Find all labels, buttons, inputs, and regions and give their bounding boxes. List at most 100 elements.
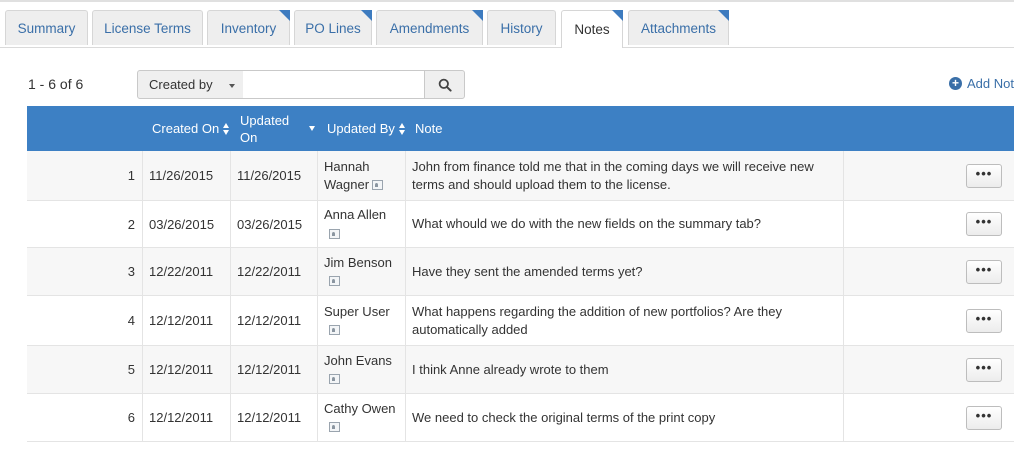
tab-history[interactable]: History [487,10,556,45]
updated-on-cell: 12/22/2011 [230,248,318,295]
row-number: 3 [127,264,135,279]
user-card-icon[interactable] [329,276,340,287]
column-label: Updated On [240,112,289,146]
updated-by-cell: Anna Allen [317,201,406,247]
created-on-cell: 03/26/2015 [142,201,231,247]
tab-amendments[interactable]: Amendments [376,10,483,45]
updated-on-cell: 12/12/2011 [230,296,318,345]
note-cell: I think Anne already wrote to them [405,346,844,393]
table-row: 3 12/22/2011 12/22/2011 Jim Benson Have … [27,248,1014,296]
updated-by-cell: Cathy Owen [317,394,406,441]
row-actions-button[interactable]: ••• [966,357,1002,382]
updated-on-cell: 12/12/2011 [230,394,318,441]
column-label-line: On [240,129,258,145]
updated-on-cell: 12/12/2011 [230,346,318,393]
updated-by-cell: John Evans [317,346,406,393]
tab-bar: Summary License Terms Inventory PO Lines… [0,10,1014,48]
tab-label: PO Lines [305,20,361,36]
corner-marker-icon [472,10,483,21]
note-cell: What whould we do with the new fields on… [405,201,844,247]
tab-label: Summary [17,20,76,36]
table-row: 1 11/26/2015 11/26/2015 Hannah Wagner Joh… [27,151,1014,201]
tab-license-terms[interactable]: License Terms [92,10,203,45]
created-on-cell: 11/26/2015 [142,151,231,200]
search-input[interactable] [243,70,425,99]
tab-inventory[interactable]: Inventory [207,10,290,45]
table-row: 4 12/12/2011 12/12/2011 Super User What … [27,296,1014,346]
created-on-cell: 12/22/2011 [142,248,231,295]
sort-descending-button[interactable] [309,106,315,151]
row-number: 5 [127,362,135,377]
tab-label: History [500,20,543,36]
corner-marker-icon [361,10,372,21]
actions-cell: ••• [843,394,1014,441]
table-row: 2 03/26/2015 03/26/2015 Anna Allen What … [27,201,1014,248]
search-field-select-value: Created by [149,77,213,92]
sort-descending-icon [309,126,315,131]
row-actions-button[interactable]: ••• [966,259,1002,284]
created-on-cell: 12/12/2011 [142,346,231,393]
row-actions-button[interactable]: ••• [966,163,1002,188]
plus-circle-icon: + [949,77,962,90]
search-button[interactable] [424,70,465,99]
table-row: 6 12/12/2011 12/12/2011 Cathy Owen We ne… [27,394,1014,442]
sort-icon [223,122,230,135]
corner-marker-icon [718,10,729,21]
user-card-icon[interactable] [372,180,384,191]
user-card-icon[interactable] [329,228,340,239]
row-actions-button[interactable]: ••• [966,212,1002,236]
row-actions-button[interactable]: ••• [966,308,1002,333]
tab-label: Notes [574,22,610,37]
user-name: Anna Allen [324,207,387,222]
sort-icon [398,122,406,135]
row-number: 2 [127,216,135,232]
table-header: Created On Updated On Updated By Note [27,106,1014,151]
updated-by-cell: Jim Benson [317,248,406,295]
row-actions-button[interactable]: ••• [966,405,1002,430]
add-note-label: Add Note [967,76,1014,91]
row-number: 4 [127,313,135,328]
results-count: 1 - 6 of 6 [28,76,84,92]
user-card-icon[interactable] [329,325,340,336]
user-name: Jim Benson [324,254,392,270]
tab-attachments[interactable]: Attachments [628,10,729,45]
note-cell: Have they sent the amended terms yet? [405,248,844,295]
column-header-updated-on[interactable]: Updated On [240,106,289,151]
corner-marker-icon [612,10,623,21]
user-card-icon[interactable] [329,422,340,433]
column-label-line: Updated [240,112,290,128]
top-divider [0,0,1014,2]
search-field-select[interactable]: Created by [137,70,244,99]
actions-cell: ••• [843,346,1014,393]
row-number: 6 [127,410,135,425]
tab-label: License Terms [104,20,191,36]
column-label: Updated By [327,121,395,136]
row-number: 1 [127,168,135,183]
note-cell: What happens regarding the addition of n… [405,296,844,345]
created-on-cell: 12/12/2011 [142,394,231,441]
updated-on-cell: 11/26/2015 [230,151,318,200]
search-icon [438,78,452,92]
user-name: Cathy Owen [324,400,396,416]
tab-summary[interactable]: Summary [5,10,88,45]
column-header-created-on[interactable]: Created On [152,106,230,151]
user-card-icon[interactable] [329,374,340,385]
table-row: 5 12/12/2011 12/12/2011 John Evans I thi… [27,346,1014,394]
tab-po-lines[interactable]: PO Lines [294,10,372,45]
column-header-updated-by[interactable]: Updated By [327,106,406,151]
tab-notes[interactable]: Notes [561,10,623,48]
tab-label: Inventory [220,20,277,36]
column-header-note: Note [415,106,442,151]
actions-cell: ••• [843,151,1014,200]
user-name: Wagner [324,176,370,192]
updated-by-cell: Super User [317,296,406,345]
corner-marker-icon [279,10,290,21]
actions-cell: ••• [843,248,1014,295]
tab-label: Amendments [389,20,470,36]
actions-cell: ••• [843,201,1014,247]
updated-on-cell: 03/26/2015 [230,201,318,247]
tab-label: Attachments [640,20,717,36]
created-on-cell: 12/12/2011 [142,296,231,345]
add-note-link[interactable]: + Add Note [949,76,1014,91]
actions-cell: ••• [843,296,1014,345]
